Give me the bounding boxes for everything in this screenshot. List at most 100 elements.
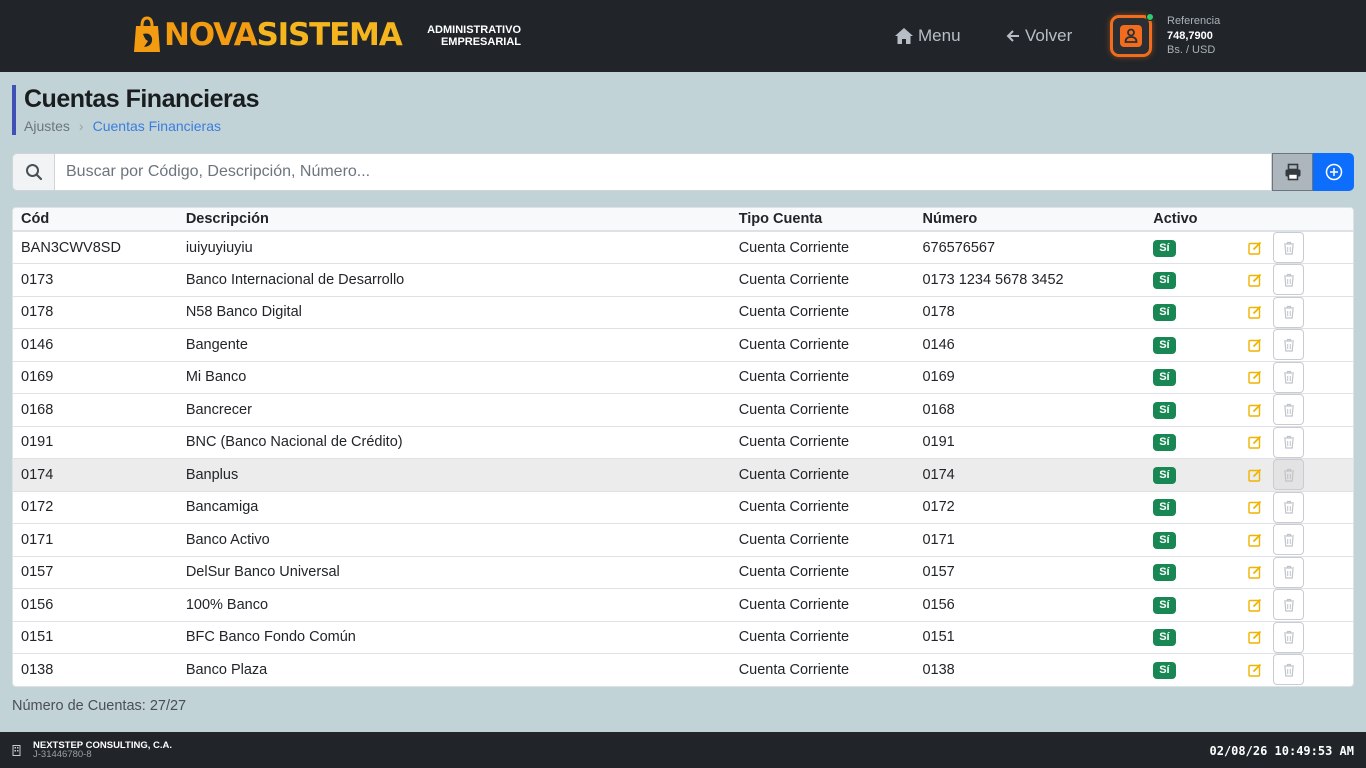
edit-button[interactable] [1243, 428, 1267, 456]
add-account-button[interactable] [1313, 153, 1354, 191]
search-icon [25, 164, 42, 181]
status-badge: Sí [1153, 661, 1176, 679]
cell-cod: 0168 [13, 393, 178, 427]
edit-button[interactable] [1243, 234, 1267, 262]
cell-descripcion: Banco Internacional de Desarrollo [177, 263, 731, 297]
table-row[interactable]: 0191 BNC (Banco Nacional de Crédito) Cuent… [13, 426, 1353, 459]
edit-button[interactable] [1243, 558, 1267, 586]
column-header-descripcion[interactable]: Descripción [177, 208, 731, 232]
cell-numero: 0156 [914, 588, 1146, 622]
row-actions [1243, 459, 1345, 491]
edit-button[interactable] [1243, 331, 1267, 359]
cell-numero: 676576567 [914, 231, 1146, 264]
trash-icon [1283, 598, 1294, 612]
cell-cod: 0172 [13, 491, 178, 524]
top-bar: NOVASISTEMA ADMINISTRATIVO EMPRESARIAL M… [0, 0, 1366, 72]
nav-menu-label: Menu [918, 26, 961, 45]
edit-button[interactable] [1243, 526, 1267, 554]
edit-button[interactable] [1243, 461, 1267, 489]
cell-tipo-cuenta: Cuenta Corriente [730, 621, 915, 654]
cell-numero: 0169 [914, 361, 1146, 394]
delete-button[interactable] [1273, 654, 1305, 686]
delete-button[interactable] [1273, 556, 1305, 588]
delete-button[interactable] [1273, 589, 1305, 621]
exchange-rate-unit: Bs. / USD [1167, 44, 1216, 56]
search-icon-box [12, 153, 54, 191]
column-header-tipo-cuenta[interactable]: Tipo Cuenta [730, 208, 915, 232]
table-row[interactable]: BAN3CWV8SD iuiyuyiuyiu Cuenta Corriente 676… [13, 231, 1353, 264]
status-badge: Sí [1153, 336, 1176, 354]
delete-button[interactable] [1273, 491, 1305, 523]
column-header-numero[interactable]: Número [914, 208, 1146, 232]
column-header-activo[interactable]: Activo [1145, 208, 1236, 232]
cell-tipo-cuenta: Cuenta Corriente [730, 458, 915, 492]
row-actions [1243, 361, 1345, 393]
search-input[interactable] [54, 153, 1272, 191]
delete-button[interactable] [1273, 459, 1305, 491]
edit-button[interactable] [1243, 493, 1267, 521]
edit-button[interactable] [1243, 363, 1267, 391]
delete-button[interactable] [1273, 621, 1305, 653]
user-avatar-button[interactable] [1110, 13, 1154, 57]
delete-button[interactable] [1273, 329, 1305, 361]
delete-button[interactable] [1273, 524, 1305, 556]
table-row[interactable]: 0156 100% Banco Cuenta Corriente 0156 Sí [13, 588, 1353, 622]
cell-descripcion: DelSur Banco Universal [177, 556, 731, 589]
cell-descripcion: Banco Plaza [177, 653, 731, 686]
cell-actions [1235, 458, 1353, 492]
delete-button[interactable] [1273, 394, 1305, 426]
cell-numero: 0168 [914, 393, 1146, 427]
edit-icon [1248, 338, 1262, 352]
status-badge: Sí [1153, 596, 1176, 614]
app-logo[interactable]: NOVASISTEMA [132, 14, 403, 56]
edit-button[interactable] [1243, 591, 1267, 619]
delete-button[interactable] [1273, 361, 1305, 393]
cell-tipo-cuenta: Cuenta Corriente [730, 231, 915, 264]
table-row[interactable]: 0151 BFC Banco Fondo Común Cuenta Corrient… [13, 621, 1353, 654]
edit-button[interactable] [1243, 298, 1267, 326]
shopping-bag-logo-icon [134, 16, 160, 52]
table-row[interactable]: 0146 Bangente Cuenta Corriente 0146 Sí [13, 328, 1353, 362]
table-row[interactable]: 0168 Bancrecer Cuenta Corriente 0168 Sí [13, 393, 1353, 427]
table-row[interactable]: 0173 Banco Internacional de Desarrollo Cue… [13, 263, 1353, 297]
edit-button[interactable] [1243, 266, 1267, 294]
arrow-left-icon [1006, 30, 1019, 42]
page-title: Cuentas Financieras [24, 85, 260, 113]
cell-numero: 0174 [914, 458, 1146, 492]
print-button[interactable] [1272, 153, 1313, 191]
trash-icon [1283, 371, 1294, 384]
status-badge: Sí [1153, 466, 1176, 484]
nav-menu-button[interactable]: Menu [894, 24, 961, 48]
table-row[interactable]: 0169 Mi Banco Cuenta Corriente 0169 Sí [13, 361, 1353, 394]
cell-numero: 0146 [914, 328, 1146, 362]
home-icon [895, 28, 913, 44]
trash-icon [1283, 566, 1294, 579]
logo-text-sistema: SISTEMA [256, 16, 403, 53]
cell-cod: 0146 [13, 328, 178, 362]
table-row[interactable]: 0172 Bancamiga Cuenta Corriente 0172 Sí [13, 491, 1353, 524]
breadcrumb-item-ajustes[interactable]: Ajustes [24, 118, 70, 134]
delete-button[interactable] [1273, 426, 1305, 458]
table-row[interactable]: 0174 Banplus Cuenta Corriente 0174 Sí [13, 458, 1353, 492]
cell-descripcion: Banplus [177, 458, 731, 492]
table-row[interactable]: 0171 Banco Activo Cuenta Corriente 0171 Sí [13, 523, 1353, 557]
cell-cod: 0191 [13, 426, 178, 459]
footer-bar [0, 732, 1366, 768]
column-header-cod[interactable]: Cód [13, 208, 178, 232]
nav-back-button[interactable]: Volver [1005, 24, 1072, 48]
cell-actions [1235, 556, 1353, 589]
delete-button[interactable] [1273, 296, 1305, 328]
delete-button[interactable] [1273, 264, 1305, 296]
delete-button[interactable] [1273, 232, 1305, 263]
logo-subtitle: ADMINISTRATIVO EMPRESARIAL [418, 24, 521, 48]
edit-button[interactable] [1243, 623, 1267, 651]
table-row[interactable]: 0138 Banco Plaza Cuenta Corriente 0138 Sí [13, 653, 1353, 686]
cell-tipo-cuenta: Cuenta Corriente [730, 393, 915, 427]
table-row[interactable]: 0178 N58 Banco Digital Cuenta Corriente 017… [13, 296, 1353, 329]
edit-button[interactable] [1243, 396, 1267, 424]
table-row[interactable]: 0157 DelSur Banco Universal Cuenta Corrien… [13, 556, 1353, 589]
trash-icon [1283, 501, 1294, 514]
edit-button[interactable] [1243, 656, 1267, 684]
cell-actions [1235, 296, 1353, 329]
cell-tipo-cuenta: Cuenta Corriente [730, 328, 915, 362]
